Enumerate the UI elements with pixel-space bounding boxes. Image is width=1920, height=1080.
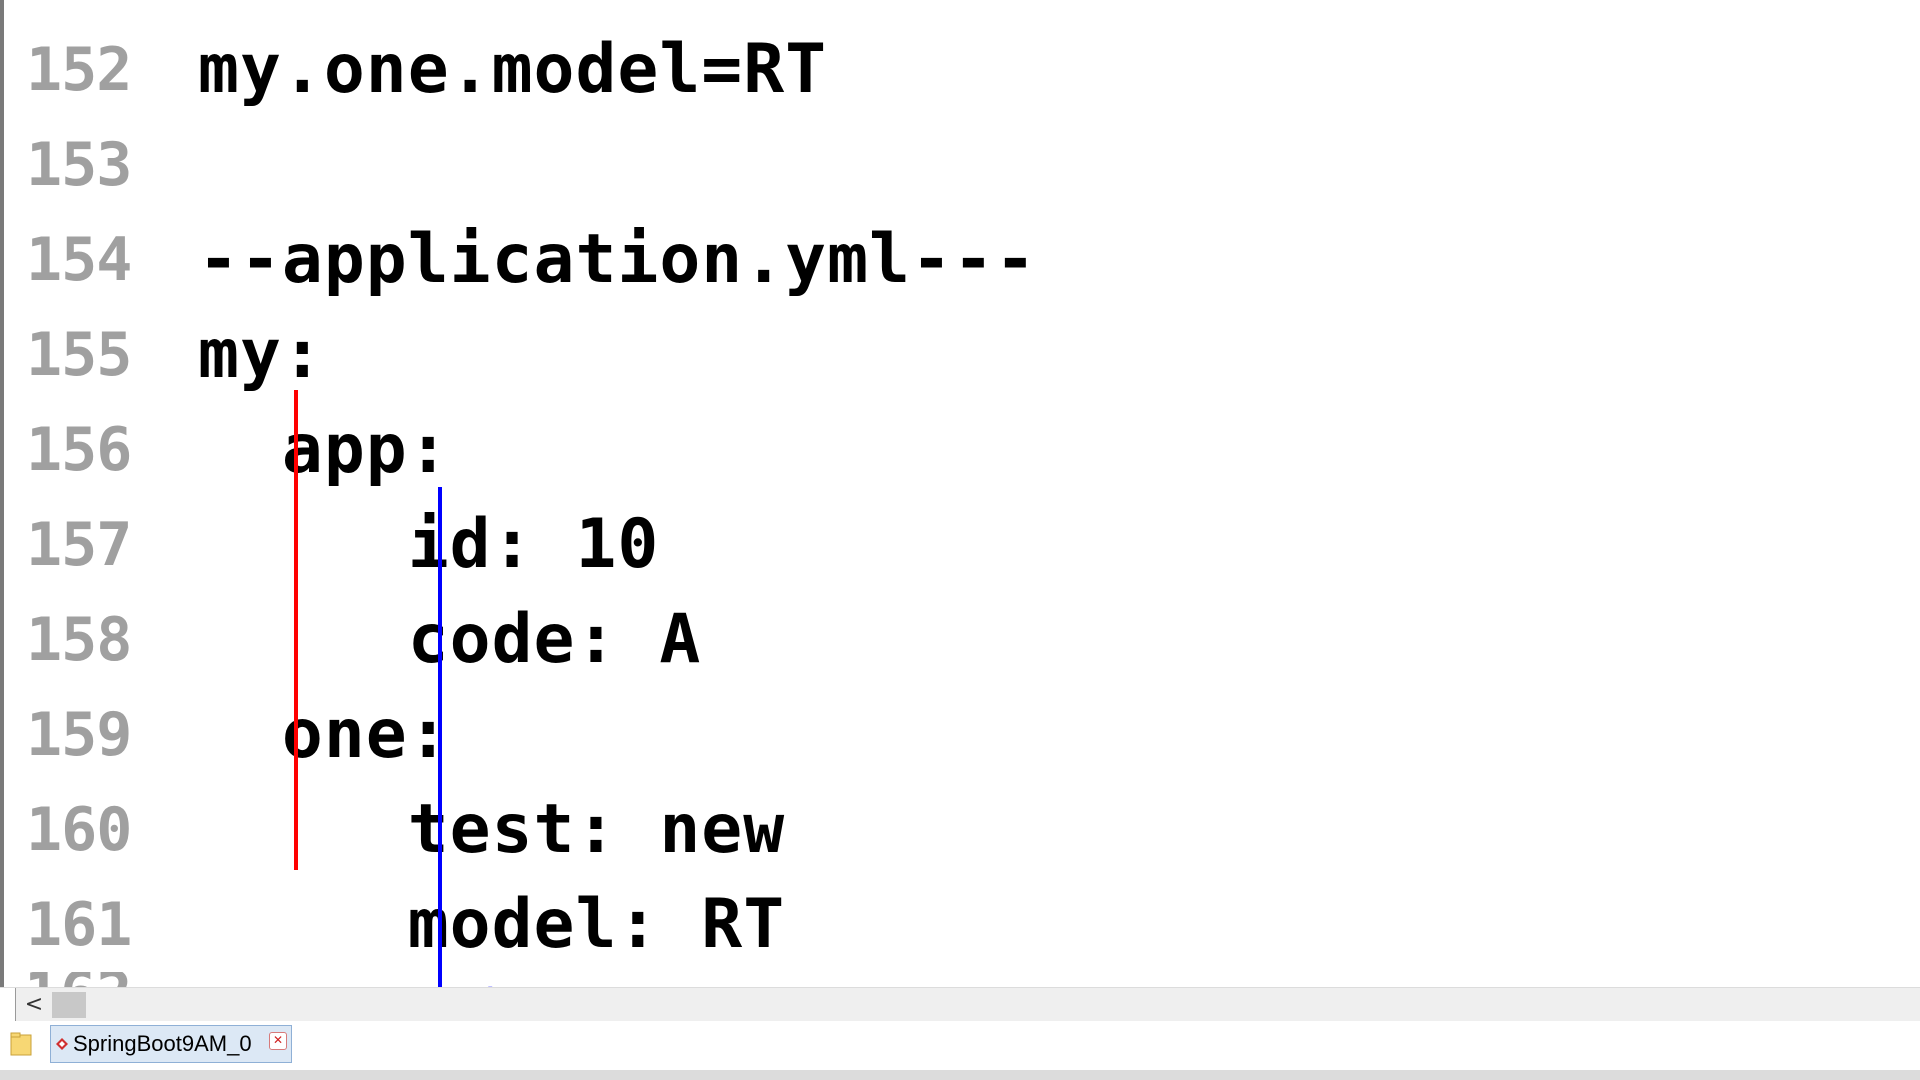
line-text[interactable]: one: (198, 695, 450, 774)
line-number: 152 (26, 34, 132, 105)
scrollbar-corner (0, 988, 16, 1022)
line-text[interactable]: app: (198, 410, 450, 489)
editor-line[interactable]: 158 code: A (4, 592, 1920, 687)
line-text[interactable]: model: RT (198, 885, 785, 964)
line-number: 158 (26, 604, 132, 675)
line-text[interactable]: my.one.model=RT (198, 30, 827, 109)
line-text[interactable]: code: A (198, 600, 701, 679)
document-tab[interactable]: SpringBoot9AM_0 ✕ (50, 1025, 292, 1063)
indent-guide-red (294, 390, 298, 870)
horizontal-scrollbar[interactable]: < (0, 987, 1920, 1022)
editor-line[interactable]: 160 test: new (4, 782, 1920, 877)
bottom-strip (0, 1070, 1920, 1080)
document-tab-bar: SpringBoot9AM_0 ✕ (0, 1021, 1920, 1070)
tab-label: SpringBoot9AM_0 (73, 1031, 252, 1056)
line-text[interactable]: test: new (198, 790, 785, 869)
line-number: 159 (26, 699, 132, 770)
line-number: 160 (26, 794, 132, 865)
line-number: 161 (26, 889, 132, 960)
line-number: 154 (26, 224, 132, 295)
close-tab-icon[interactable]: ✕ (269, 1032, 287, 1050)
editor-line[interactable]: 154 --application.yml--- (4, 212, 1920, 307)
line-text[interactable]: my: (198, 315, 324, 394)
file-type-icon (56, 1038, 68, 1050)
line-number: 156 (26, 414, 132, 485)
editor-line[interactable]: 157 id: 10 (4, 497, 1920, 592)
partial-line-number-text: 162 (24, 972, 132, 987)
line-text[interactable]: id: 10 (198, 505, 659, 584)
line-text[interactable]: --application.yml--- (198, 220, 1037, 299)
line-number: 153 (26, 129, 132, 200)
editor-line[interactable]: 152 my.one.model=RT (4, 22, 1920, 117)
scroll-left-arrow-icon[interactable]: < (20, 988, 48, 1021)
editor-line[interactable]: 153 (4, 117, 1920, 212)
line-number: 155 (26, 319, 132, 390)
code-editor[interactable]: 152 my.one.model=RT 153 154 --applicatio… (4, 0, 1920, 987)
editor-line[interactable]: 161 model: RT (4, 877, 1920, 972)
partial-line-number: 162 (24, 972, 184, 987)
editor-line[interactable]: 156 app: (4, 402, 1920, 497)
editor-line[interactable]: 159 one: (4, 687, 1920, 782)
indent-guide-blue (438, 487, 442, 1007)
scrollbar-thumb[interactable] (52, 992, 86, 1018)
folder-icon[interactable] (10, 1031, 32, 1057)
editor-line[interactable]: 155 my: (4, 307, 1920, 402)
line-number: 157 (26, 509, 132, 580)
